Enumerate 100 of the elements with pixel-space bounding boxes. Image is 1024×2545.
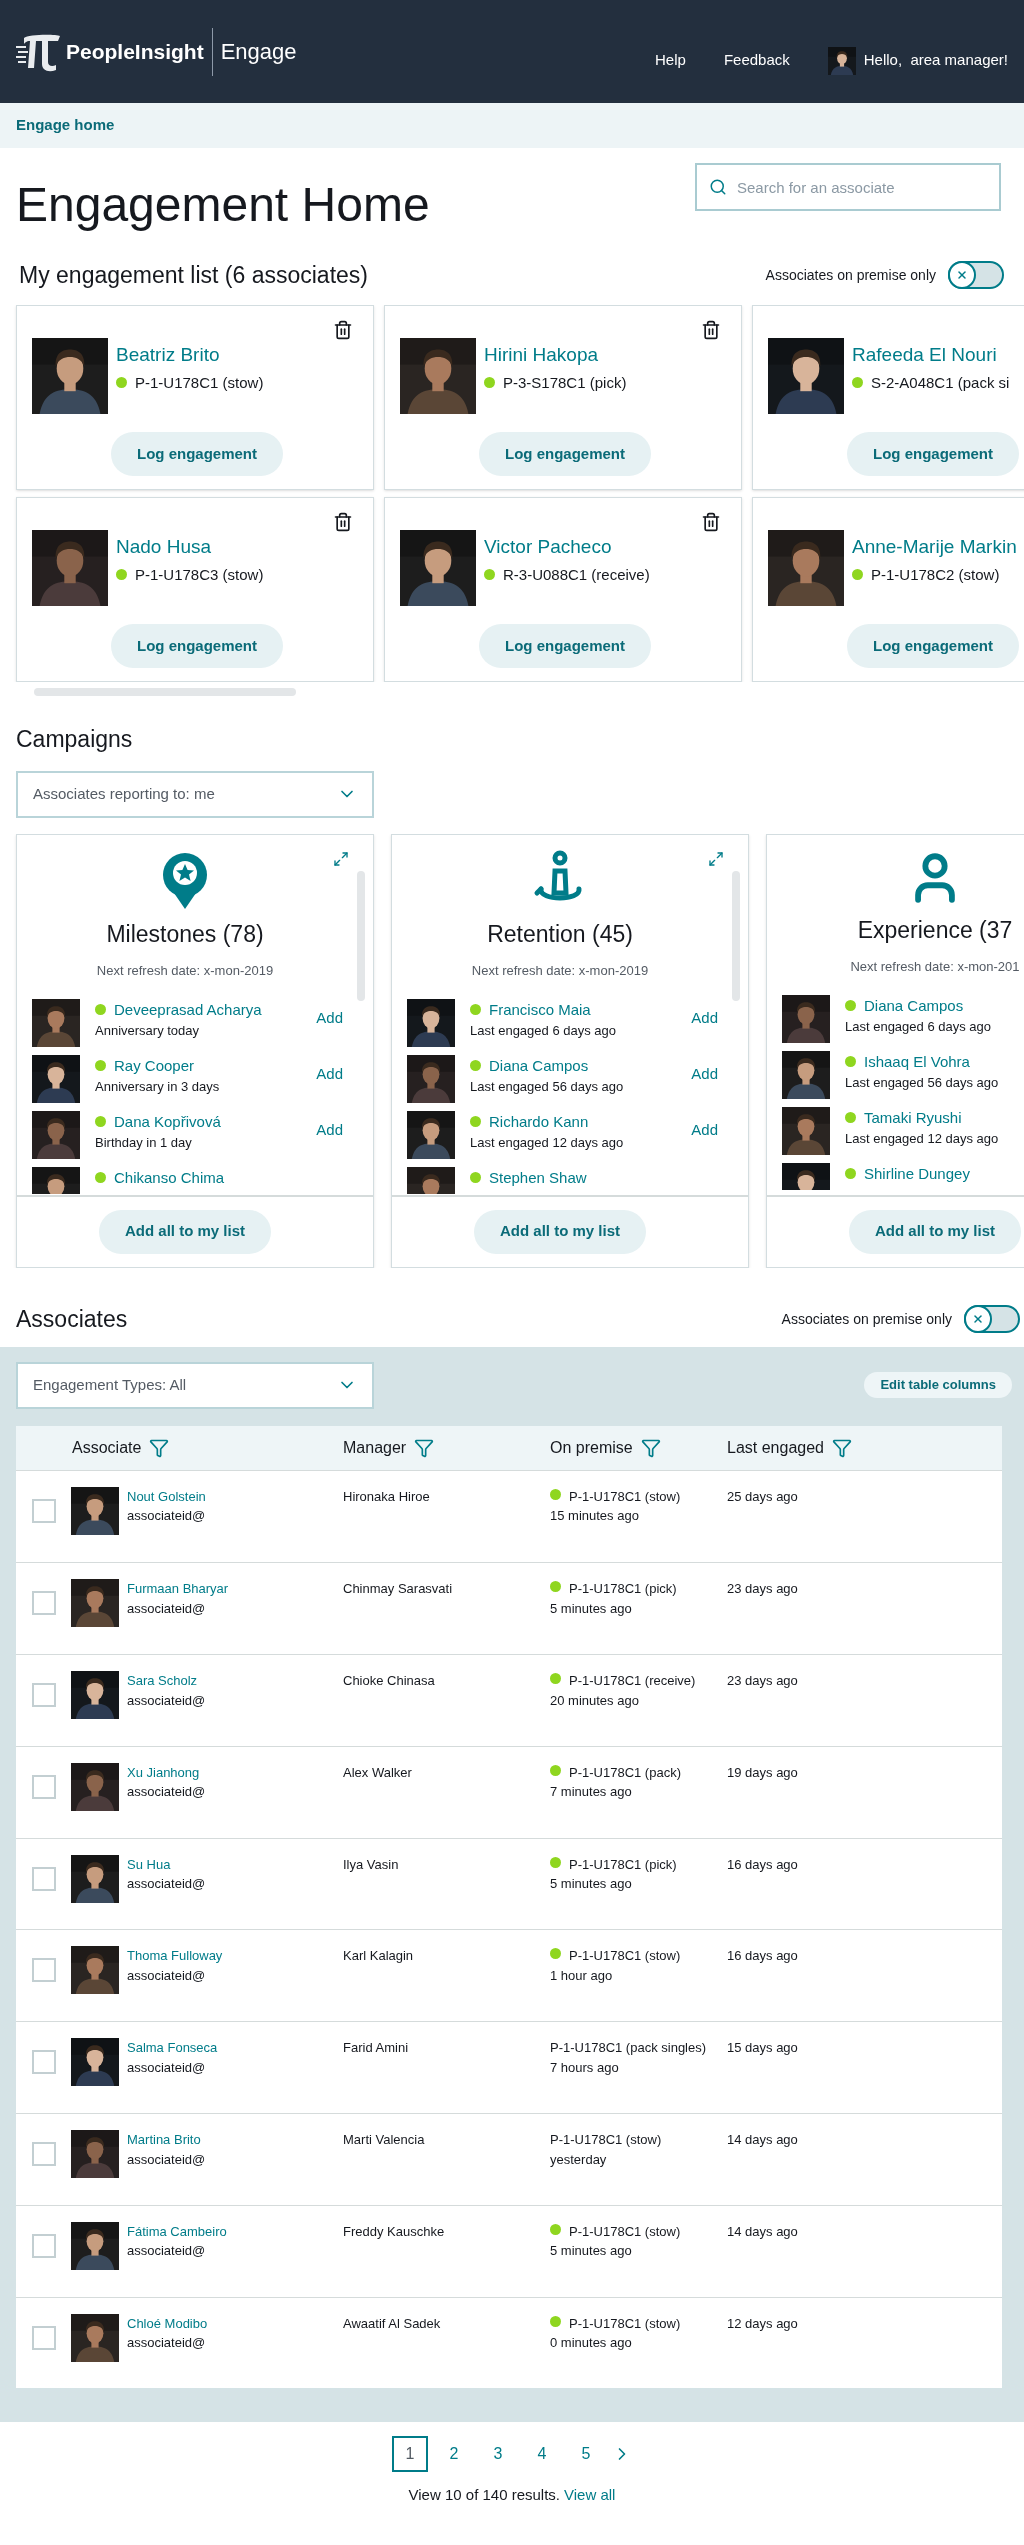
manager-cell-text: Awaatif Al Sadek [343, 2314, 442, 2333]
associate-name[interactable]: Diana Campos [864, 994, 964, 1017]
nav-link[interactable]: Help [655, 49, 686, 72]
filter-icon[interactable] [149, 1437, 170, 1458]
page-button[interactable]: 1 [392, 2436, 428, 2473]
log-engagement-button[interactable]: Log engagement [479, 432, 651, 476]
associate-name[interactable]: Chloé Modibo [127, 2313, 208, 2334]
log-engagement-button[interactable]: Log engagement [847, 432, 1019, 476]
expand-icon[interactable] [333, 850, 349, 867]
add-link[interactable]: Add [691, 1118, 718, 1141]
associate-name[interactable]: Richardo Kann [489, 1110, 589, 1133]
edit-columns-button[interactable]: Edit table columns [864, 1372, 1012, 1398]
seen-time: yesterday [550, 2150, 608, 2169]
add-all-button[interactable]: Add all to my list [849, 1209, 1021, 1254]
associate-name[interactable]: Shirline Dungey [864, 1162, 970, 1185]
engagement-type-dropdown[interactable]: Engagement Types: All [16, 1361, 374, 1409]
breadcrumb-link[interactable]: Engage home [16, 114, 115, 137]
page-button[interactable]: 2 [436, 2436, 472, 2473]
filter-icon[interactable] [832, 1437, 852, 1458]
associate-name[interactable]: Sara Scholz [127, 1671, 206, 1691]
associate-name[interactable]: Victor Pacheco [484, 533, 650, 562]
scrollbar[interactable] [34, 688, 296, 696]
associate-name[interactable]: Hirini Hakopa [484, 341, 627, 370]
search-icon [709, 178, 727, 196]
toggle-switch[interactable] [948, 261, 1004, 289]
user-greeting[interactable]: Hello, area manager! [863, 49, 1008, 72]
row-checkbox[interactable] [32, 1498, 56, 1523]
toggle-switch[interactable] [964, 1305, 1020, 1333]
associate-name[interactable]: Diana Campos [489, 1054, 589, 1077]
location-text: P-1-U178C1 (pick) [569, 1580, 677, 1599]
manager-cell-text: Freddy Kauschke [343, 2222, 446, 2241]
seen-time: 5 minutes ago [550, 1599, 633, 1618]
expand-icon[interactable] [708, 850, 724, 867]
nav-link[interactable]: Feedback [723, 49, 790, 72]
associate-name[interactable]: Beatriz Brito [116, 341, 264, 370]
row-checkbox[interactable] [32, 1958, 56, 1983]
associate-name[interactable]: Dana Kopřivová [114, 1110, 221, 1133]
refresh-date: Next refresh date: x-mon-2019 [96, 962, 274, 980]
associate-name[interactable]: Francisco Maia [489, 998, 591, 1021]
associate-name[interactable]: Tamaki Ryushi [864, 1106, 962, 1129]
associate-name[interactable]: Stephen Shaw [489, 1166, 587, 1189]
associate-name[interactable]: Xu Jianhong [127, 1762, 206, 1783]
associate-name[interactable]: Anne-Marije Markin [852, 533, 1017, 562]
row-checkbox[interactable] [32, 1774, 56, 1799]
trash-icon[interactable] [701, 512, 721, 532]
page-button[interactable]: 4 [524, 2436, 560, 2473]
add-link[interactable]: Add [691, 1062, 718, 1085]
add-link[interactable]: Add [691, 1006, 718, 1029]
associate-id: associateid@ [127, 1967, 207, 1985]
row-checkbox[interactable] [32, 2142, 56, 2167]
associate-name[interactable]: Ray Cooper [114, 1054, 195, 1077]
associate-name[interactable]: Rafeeda El Nouri [852, 341, 1010, 370]
search-field[interactable]: Search for an associate [695, 163, 1001, 211]
associate-name[interactable]: Fátima Cambeiro [127, 2221, 227, 2242]
column-header[interactable]: On premise [550, 1435, 633, 1460]
add-all-button[interactable]: Add all to my list [99, 1209, 271, 1254]
column-header[interactable]: Associate [72, 1435, 142, 1460]
filter-icon[interactable] [640, 1437, 661, 1458]
add-link[interactable]: Add [316, 1062, 343, 1085]
scrollbar[interactable] [357, 870, 365, 1001]
view-all-link[interactable]: View all [564, 2484, 616, 2507]
associate-name[interactable]: Chikanso Chima [114, 1166, 225, 1189]
x-icon [972, 1313, 984, 1325]
trash-icon[interactable] [701, 320, 721, 340]
location-text: P-1-U178C1 (receive) [569, 1672, 696, 1691]
column-header[interactable]: Last engaged [727, 1435, 824, 1460]
trash-icon[interactable] [333, 512, 353, 532]
associate-name[interactable]: Nout Golstein [127, 1486, 206, 1506]
row-checkbox[interactable] [32, 2325, 56, 2350]
add-link[interactable]: Add [316, 1118, 343, 1141]
associate-name[interactable]: Ishaaq El Vohra [864, 1050, 970, 1073]
row-checkbox[interactable] [32, 1683, 56, 1708]
filter-icon[interactable] [414, 1437, 435, 1458]
associate-name[interactable]: Salma Fonseca [127, 2038, 218, 2058]
associate-name[interactable]: Martina Brito [127, 2130, 206, 2150]
product-name: Engage [220, 38, 297, 66]
associate-name[interactable]: Thoma Fulloway [127, 1946, 223, 1966]
row-checkbox[interactable] [32, 2050, 56, 2075]
row-checkbox[interactable] [32, 2233, 56, 2258]
associate-name[interactable]: Furmaan Bharyar [127, 1579, 229, 1599]
associate-name[interactable]: Nado Husa [116, 533, 264, 562]
section-heading: My engagement list (6 associates) [19, 260, 368, 290]
log-engagement-button[interactable]: Log engagement [479, 624, 651, 668]
reporting-dropdown[interactable]: Associates reporting to: me [16, 770, 374, 818]
page-button[interactable]: 3 [480, 2436, 516, 2473]
trash-icon[interactable] [333, 320, 353, 340]
associate-name[interactable]: Deveeprasad Acharya [114, 998, 262, 1021]
add-link[interactable]: Add [316, 1006, 343, 1029]
campaign-title: Milestones (78) [106, 919, 264, 949]
page-button[interactable]: 5 [568, 2436, 604, 2473]
log-engagement-button[interactable]: Log engagement [111, 432, 283, 476]
row-checkbox[interactable] [32, 1866, 56, 1891]
add-all-button[interactable]: Add all to my list [474, 1209, 646, 1254]
associate-name[interactable]: Su Hua [127, 1854, 206, 1875]
log-engagement-button[interactable]: Log engagement [847, 624, 1019, 668]
scrollbar[interactable] [732, 870, 740, 1001]
column-header[interactable]: Manager [343, 1435, 407, 1460]
row-checkbox[interactable] [32, 1591, 56, 1616]
log-engagement-button[interactable]: Log engagement [111, 624, 283, 668]
associate-id: associateid@ [127, 1507, 206, 1525]
